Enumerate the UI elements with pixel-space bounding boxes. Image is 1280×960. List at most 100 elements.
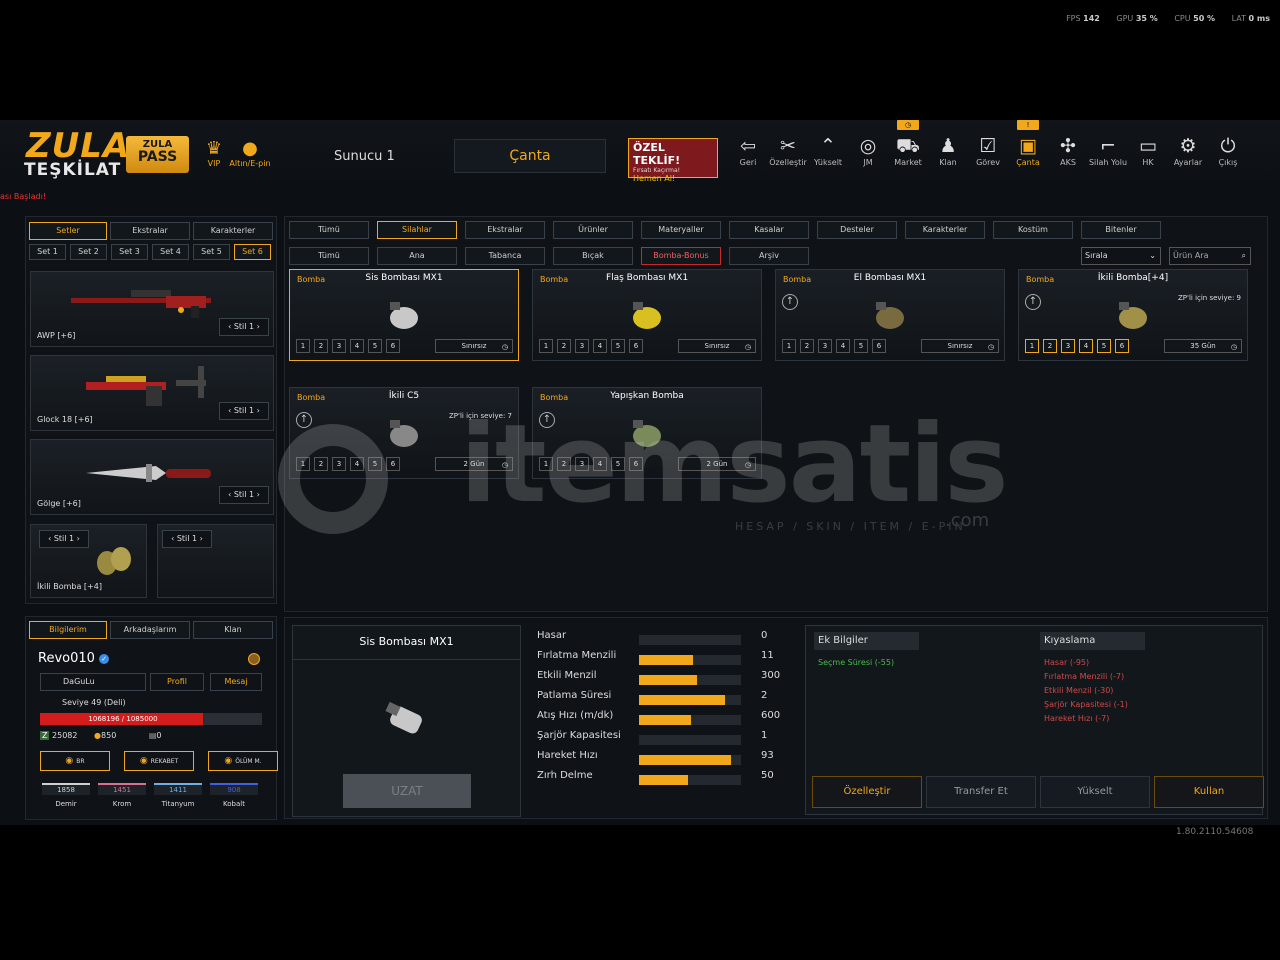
set-tab-6[interactable]: Set 6: [234, 244, 271, 260]
weapon-slot-golge[interactable]: Gölge [+6] ‹ Stil 1 ›: [30, 439, 274, 515]
level-box[interactable]: 5: [1097, 339, 1111, 353]
grenade-slot[interactable]: ‹ Stil 1 › İkili Bomba [+4]: [30, 524, 147, 598]
tab-bilgilerim[interactable]: Bilgilerim: [29, 621, 107, 639]
filter-tab-1[interactable]: Silahlar: [377, 221, 457, 239]
nav-gun-button[interactable]: ⌐ Silah Yolu: [1088, 134, 1128, 167]
nav-exit-button[interactable]: ⇦ Geri: [728, 134, 768, 167]
level-box[interactable]: 2: [800, 339, 814, 353]
rank-button-0[interactable]: ◉ BR: [40, 751, 110, 771]
level-box[interactable]: 2: [1043, 339, 1057, 353]
filter-tab-6[interactable]: Desteler: [817, 221, 897, 239]
tab-setler[interactable]: Setler: [29, 222, 107, 240]
filter-tab-0[interactable]: Tümü: [289, 221, 369, 239]
style-selector[interactable]: ‹ Stil 1 ›: [39, 530, 89, 548]
weapon-slot-glock[interactable]: Glock 18 [+6] ‹ Stil 1 ›: [30, 355, 274, 431]
upgrade-arrow-icon[interactable]: ↑: [296, 412, 312, 428]
filter-tab-3[interactable]: Ürünler: [553, 221, 633, 239]
search-input[interactable]: Ürün Ara ⌕: [1169, 247, 1251, 265]
sort-dropdown[interactable]: Sırala ⌄: [1081, 247, 1161, 265]
item-card[interactable]: Bomba Sis Bombası MX1 1 2 3 4 5 6 Sınırsız ◷: [289, 269, 519, 361]
level-box[interactable]: 3: [1061, 339, 1075, 353]
action-button-1[interactable]: Transfer Et: [926, 776, 1036, 808]
extend-button[interactable]: UZAT: [343, 774, 471, 808]
level-box[interactable]: 6: [386, 339, 400, 353]
set-tab-2[interactable]: Set 2: [70, 244, 107, 260]
nav-clan-button[interactable]: ♟ Klan: [928, 134, 968, 167]
filter-tab-8[interactable]: Kostüm: [993, 221, 1073, 239]
nav-task-button[interactable]: ☑ Görev: [968, 134, 1008, 167]
style-selector[interactable]: ‹ Stil 1 ›: [219, 318, 269, 336]
level-box[interactable]: 1: [296, 339, 310, 353]
level-box[interactable]: 5: [611, 339, 625, 353]
nav-sight-button[interactable]: ✣ AKS: [1048, 134, 1088, 167]
level-box[interactable]: 5: [854, 339, 868, 353]
nav-tools-button[interactable]: ✂ Özelleştir: [768, 134, 808, 167]
tab-klan[interactable]: Klan: [193, 621, 273, 639]
set-tab-5[interactable]: Set 5: [193, 244, 230, 260]
profile-button[interactable]: Profil: [150, 673, 204, 691]
nav-gear-button[interactable]: ⚙ Ayarlar: [1168, 134, 1208, 167]
tab-ekstralar[interactable]: Ekstralar: [110, 222, 190, 240]
level-box[interactable]: 4: [836, 339, 850, 353]
level-box[interactable]: 4: [1079, 339, 1093, 353]
filter-tab-4[interactable]: Materyaller: [641, 221, 721, 239]
level-box[interactable]: 4: [350, 457, 364, 471]
upgrade-arrow-icon[interactable]: ↑: [782, 294, 798, 310]
level-box[interactable]: 1: [782, 339, 796, 353]
level-box[interactable]: 3: [332, 339, 346, 353]
filter-tab-7[interactable]: Karakterler: [905, 221, 985, 239]
filter-tab-9[interactable]: Bitenler: [1081, 221, 1161, 239]
clan-button[interactable]: DaGuLu: [40, 673, 146, 691]
level-box[interactable]: 1: [539, 339, 553, 353]
level-box[interactable]: 4: [593, 457, 607, 471]
nav-coins-button[interactable]: ◎ JM: [848, 134, 888, 167]
level-box[interactable]: 2: [557, 457, 571, 471]
item-card[interactable]: Bomba El Bombası MX1 ↑ 1 2 3 4 5 6 Sınırsız ◷: [775, 269, 1005, 361]
set-tab-4[interactable]: Set 4: [152, 244, 189, 260]
level-box[interactable]: 6: [386, 457, 400, 471]
level-box[interactable]: 6: [1115, 339, 1129, 353]
level-box[interactable]: 3: [332, 457, 346, 471]
filter-tab-2[interactable]: Ekstralar: [465, 221, 545, 239]
level-box[interactable]: 2: [314, 457, 328, 471]
item-card[interactable]: Bomba Yapışkan Bomba ↑ 1 2 3 4 5 6 2 Gün ◷: [532, 387, 762, 479]
level-box[interactable]: 1: [296, 457, 310, 471]
level-box[interactable]: 6: [872, 339, 886, 353]
canta-button[interactable]: Çanta: [454, 139, 606, 173]
subfilter-tab-0[interactable]: Tümü: [289, 247, 369, 265]
level-box[interactable]: 1: [539, 457, 553, 471]
action-button-3[interactable]: Kullan: [1154, 776, 1264, 808]
upgrade-arrow-icon[interactable]: ↑: [539, 412, 555, 428]
level-box[interactable]: 6: [629, 457, 643, 471]
rank-button-1[interactable]: ◉ REKABET: [124, 751, 194, 771]
style-selector[interactable]: ‹ Stil 1 ›: [162, 530, 212, 548]
nav-bag-button[interactable]: ! ▣ Çanta: [1008, 120, 1048, 167]
level-box[interactable]: 4: [593, 339, 607, 353]
nav-hk-button[interactable]: ▭ HK: [1128, 134, 1168, 167]
vip-button[interactable]: ♛ VIP: [202, 139, 226, 169]
nav-power-button[interactable]: ⏻ Çıkış: [1208, 134, 1248, 167]
level-box[interactable]: 5: [368, 339, 382, 353]
tab-arkadaslarim[interactable]: Arkadaşlarım: [110, 621, 190, 639]
nav-upgrade-button[interactable]: ⌃ Yükselt: [808, 134, 848, 167]
item-card[interactable]: Bomba Flaş Bombası MX1 1 2 3 4 5 6 Sınırsız ◷: [532, 269, 762, 361]
set-tab-3[interactable]: Set 3: [111, 244, 148, 260]
level-box[interactable]: 1: [1025, 339, 1039, 353]
item-card[interactable]: Bomba İkili C5 ZP'li için seviye: 7 ↑ 1 2 3 4 5 6…: [289, 387, 519, 479]
weapon-slot-awp[interactable]: AWP [+6] ‹ Stil 1 ›: [30, 271, 274, 347]
special-offer-banner[interactable]: ÖZEL TEKLİF! Fırsatı Kaçırma! Hemen Al!: [628, 138, 718, 183]
level-box[interactable]: 5: [368, 457, 382, 471]
item-card[interactable]: Bomba İkili Bomba[+4] ZP'li için seviye: 9…: [1018, 269, 1248, 361]
level-box[interactable]: 3: [575, 457, 589, 471]
level-box[interactable]: 6: [629, 339, 643, 353]
level-box[interactable]: 2: [557, 339, 571, 353]
subfilter-tab-2[interactable]: Tabanca: [465, 247, 545, 265]
altin-epin-button[interactable]: ● Altın/E-pin: [226, 139, 274, 169]
action-button-2[interactable]: Yükselt: [1040, 776, 1150, 808]
style-selector[interactable]: ‹ Stil 1 ›: [219, 402, 269, 420]
set-tab-1[interactable]: Set 1: [29, 244, 66, 260]
subfilter-tab-4[interactable]: Bomba-Bonus: [641, 247, 721, 265]
tab-karakterler[interactable]: Karakterler: [193, 222, 273, 240]
level-box[interactable]: 5: [611, 457, 625, 471]
nav-cart-button[interactable]: ◷ ⛟ Market: [888, 120, 928, 167]
